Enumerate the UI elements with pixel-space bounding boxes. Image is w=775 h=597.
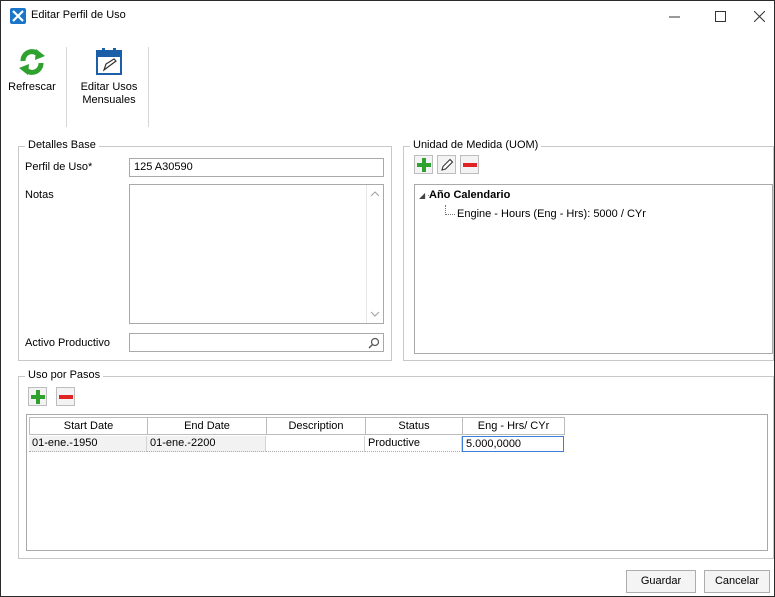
edit-monthly-usage-label: Editar Usos Mensuales xyxy=(80,81,138,106)
column-header-end-date[interactable]: End Date xyxy=(147,417,267,435)
uom-group-title: Unidad de Medida (UOM) xyxy=(410,139,542,151)
tree-child-node[interactable]: Engine - Hours (Eng - Hrs): 5000 / CYr xyxy=(457,208,646,220)
window-title: Editar Perfil de Uso xyxy=(31,9,126,21)
minimize-button[interactable] xyxy=(651,1,697,31)
refresh-button[interactable]: Refrescar xyxy=(4,47,60,94)
cell-start-date[interactable]: 01-ene.-1950 xyxy=(29,436,147,452)
search-icon xyxy=(368,337,380,349)
toolbar: Refrescar Editar Usos Mensuales xyxy=(1,41,774,127)
uom-group: Unidad de Medida (UOM) ◢ · Año Calendari… xyxy=(403,139,774,361)
save-button[interactable]: Guardar xyxy=(626,570,696,593)
scroll-up-icon xyxy=(370,191,380,197)
column-header-description[interactable]: Description xyxy=(266,417,366,435)
add-icon xyxy=(30,389,45,404)
edit-monthly-usage-button[interactable]: Editar Usos Mensuales xyxy=(72,47,146,107)
profile-label: Perfil de Uso* xyxy=(25,161,93,173)
asset-search-button[interactable] xyxy=(365,334,383,352)
notes-label: Notas xyxy=(25,189,54,201)
toolbar-separator xyxy=(66,47,67,127)
maximize-icon xyxy=(714,10,726,22)
title-bar: Editar Perfil de Uso xyxy=(1,1,774,31)
close-icon xyxy=(753,10,765,22)
pencil-icon xyxy=(440,158,453,171)
steps-grid: Start Date End Date Description Status E… xyxy=(26,414,768,551)
tree-root-node[interactable]: Año Calendario xyxy=(429,189,510,201)
edit-usage-profile-window: Editar Perfil de Uso Refrescar Editar Us… xyxy=(0,0,775,597)
cell-status[interactable]: Productive xyxy=(365,436,462,452)
app-tools-icon xyxy=(10,8,26,24)
asset-label: Activo Productivo xyxy=(25,337,110,349)
profile-input[interactable]: 125 A30590 xyxy=(129,158,384,177)
cell-end-date[interactable]: 01-ene.-2200 xyxy=(147,436,266,452)
usage-steps-group: Uso por Pasos Start Date End Date Descri… xyxy=(18,369,774,559)
cell-eng-hrs[interactable]: 5.000,0000 xyxy=(462,436,564,452)
uom-add-button[interactable] xyxy=(414,155,433,174)
notes-scrollbar[interactable] xyxy=(366,185,383,323)
tree-connector xyxy=(445,205,455,215)
details-group: Detalles Base Perfil de Uso* 125 A30590 … xyxy=(18,139,392,361)
uom-tree: ◢ · Año Calendario Engine - Hours (Eng -… xyxy=(414,184,773,354)
column-header-status[interactable]: Status xyxy=(365,417,463,435)
step-add-button[interactable] xyxy=(28,387,47,406)
scroll-down-icon xyxy=(370,311,380,317)
toolbar-separator xyxy=(148,47,149,127)
column-header-start-date[interactable]: Start Date xyxy=(29,417,148,435)
column-header-eng-hrs[interactable]: Eng - Hrs/ CYr xyxy=(462,417,565,435)
step-remove-button[interactable] xyxy=(56,387,75,406)
close-button[interactable] xyxy=(736,1,775,31)
details-group-title: Detalles Base xyxy=(25,139,99,151)
calendar-edit-icon xyxy=(96,48,122,75)
uom-remove-button[interactable] xyxy=(460,155,479,174)
refresh-icon xyxy=(19,49,45,75)
remove-icon xyxy=(462,162,477,167)
add-icon xyxy=(416,157,431,172)
uom-edit-button[interactable] xyxy=(437,155,456,174)
usage-steps-group-title: Uso por Pasos xyxy=(25,369,104,381)
remove-icon xyxy=(58,394,73,399)
cancel-button[interactable]: Cancelar xyxy=(704,570,770,593)
minimize-icon xyxy=(668,16,680,17)
asset-input[interactable] xyxy=(129,333,384,352)
notes-textarea[interactable] xyxy=(129,184,384,324)
refresh-label: Refrescar xyxy=(8,81,56,93)
cell-description[interactable] xyxy=(266,436,365,452)
